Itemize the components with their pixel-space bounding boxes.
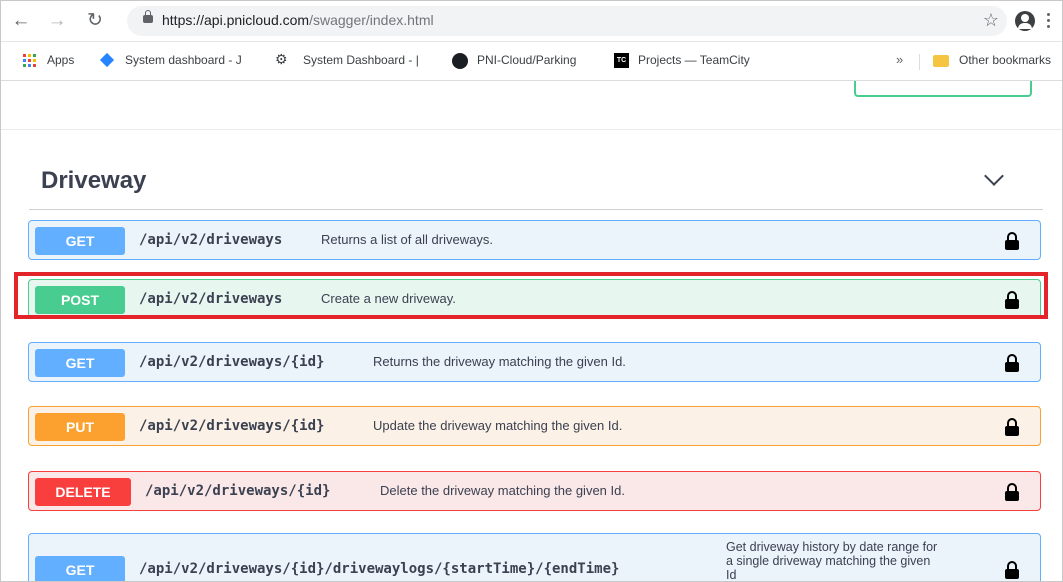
operation-get-driveway-logs[interactable]: GET /api/v2/driveways/{id}/drivewaylogs/… (28, 533, 1041, 582)
kebab-menu-icon[interactable] (1047, 13, 1050, 29)
address-bar[interactable]: https://api.pnicloud.com/swagger/index.h… (127, 6, 1007, 36)
method-badge: PUT (35, 413, 125, 441)
method-badge: GET (35, 556, 125, 581)
reload-icon[interactable]: ↻ (83, 9, 107, 33)
operation-put-driveway[interactable]: PUT /api/v2/driveways/{id} Update the dr… (28, 406, 1041, 446)
summary-line: Get driveway history by date range for (726, 540, 938, 554)
swagger-content: Driveway GET /api/v2/driveways Returns a… (1, 81, 1062, 582)
operation-path: /api/v2/driveways (139, 232, 283, 248)
chevron-down-icon[interactable] (984, 166, 1004, 186)
teamcity-icon: TC (614, 53, 629, 68)
operation-path: /api/v2/driveways/{id} (139, 354, 325, 370)
back-arrow-icon[interactable]: ← (9, 9, 33, 33)
operation-path: /api/v2/driveways/{id} (139, 418, 325, 434)
folder-icon (933, 55, 949, 67)
bookmarks-separator (919, 54, 920, 70)
lock-icon[interactable] (1005, 354, 1019, 372)
bookmark-other-bookmarks[interactable]: Other bookmarks (959, 53, 1051, 67)
method-badge: GET (35, 227, 125, 255)
operation-get-driveway-by-id[interactable]: GET /api/v2/driveways/{id} Returns the d… (28, 342, 1041, 382)
url-path: /swagger/index.html (309, 12, 434, 28)
secure-lock-icon[interactable] (143, 10, 153, 23)
operation-get-driveways[interactable]: GET /api/v2/driveways Returns a list of … (28, 220, 1041, 260)
bookmark-apps[interactable]: Apps (47, 53, 74, 67)
url-host: https://api.pnicloud.com (162, 12, 310, 28)
highlight-box (14, 272, 1048, 319)
authorize-button-fragment[interactable] (854, 81, 1032, 97)
lock-icon[interactable] (1005, 232, 1019, 250)
bookmark-projects-teamcity[interactable]: Projects — TeamCity (638, 53, 750, 67)
lock-icon[interactable] (1005, 418, 1019, 436)
jenkins-icon: ⚙ (275, 51, 288, 67)
bookmarks-bar: Apps System dashboard - J ⚙ System Dashb… (1, 42, 1062, 81)
operation-path: /api/v2/driveways/{id} (145, 483, 331, 499)
browser-window: ← → ↻ https://api.pnicloud.com/swagger/i… (0, 0, 1063, 582)
bookmark-pni-cloud-parking[interactable]: PNI-Cloud/Parking (477, 53, 576, 67)
browser-toolbar: ← → ↻ https://api.pnicloud.com/swagger/i… (1, 1, 1062, 42)
operation-summary: Delete the driveway matching the given I… (380, 483, 625, 498)
bookmark-system-dashboard-jenkins[interactable]: System Dashboard - | (303, 53, 419, 67)
previous-section-remnant (1, 81, 1062, 130)
method-badge: GET (35, 349, 125, 377)
bookmarks-overflow-button[interactable]: » (896, 52, 903, 67)
method-badge: DELETE (35, 478, 131, 506)
summary-line: Id (726, 568, 737, 582)
forward-arrow-icon[interactable]: → (45, 9, 69, 33)
summary-line: a single driveway matching the given (726, 554, 931, 568)
operation-summary: Returns a list of all driveways. (321, 232, 493, 247)
bookmark-system-dashboard-jira[interactable]: System dashboard - J (125, 53, 242, 67)
bookmark-star-icon[interactable]: ☆ (983, 10, 999, 31)
lock-icon[interactable] (1005, 483, 1019, 501)
operation-summary: Update the driveway matching the given I… (373, 418, 623, 433)
lock-icon[interactable] (1005, 561, 1019, 579)
driveway-section-header[interactable]: Driveway (29, 153, 1043, 210)
operation-path: /api/v2/driveways/{id}/drivewaylogs/{sta… (139, 561, 620, 577)
operation-summary: Returns the driveway matching the given … (373, 354, 626, 369)
url-text[interactable]: https://api.pnicloud.com/swagger/index.h… (162, 12, 434, 28)
jira-diamond-icon (99, 52, 115, 68)
github-icon (452, 53, 468, 69)
operation-summary: Get driveway history by date range for a… (726, 540, 938, 582)
operation-delete-driveway[interactable]: DELETE /api/v2/driveways/{id} Delete the… (28, 471, 1041, 511)
profile-icon[interactable] (1015, 11, 1035, 31)
apps-grid-icon (23, 54, 37, 68)
section-title: Driveway (41, 167, 147, 194)
